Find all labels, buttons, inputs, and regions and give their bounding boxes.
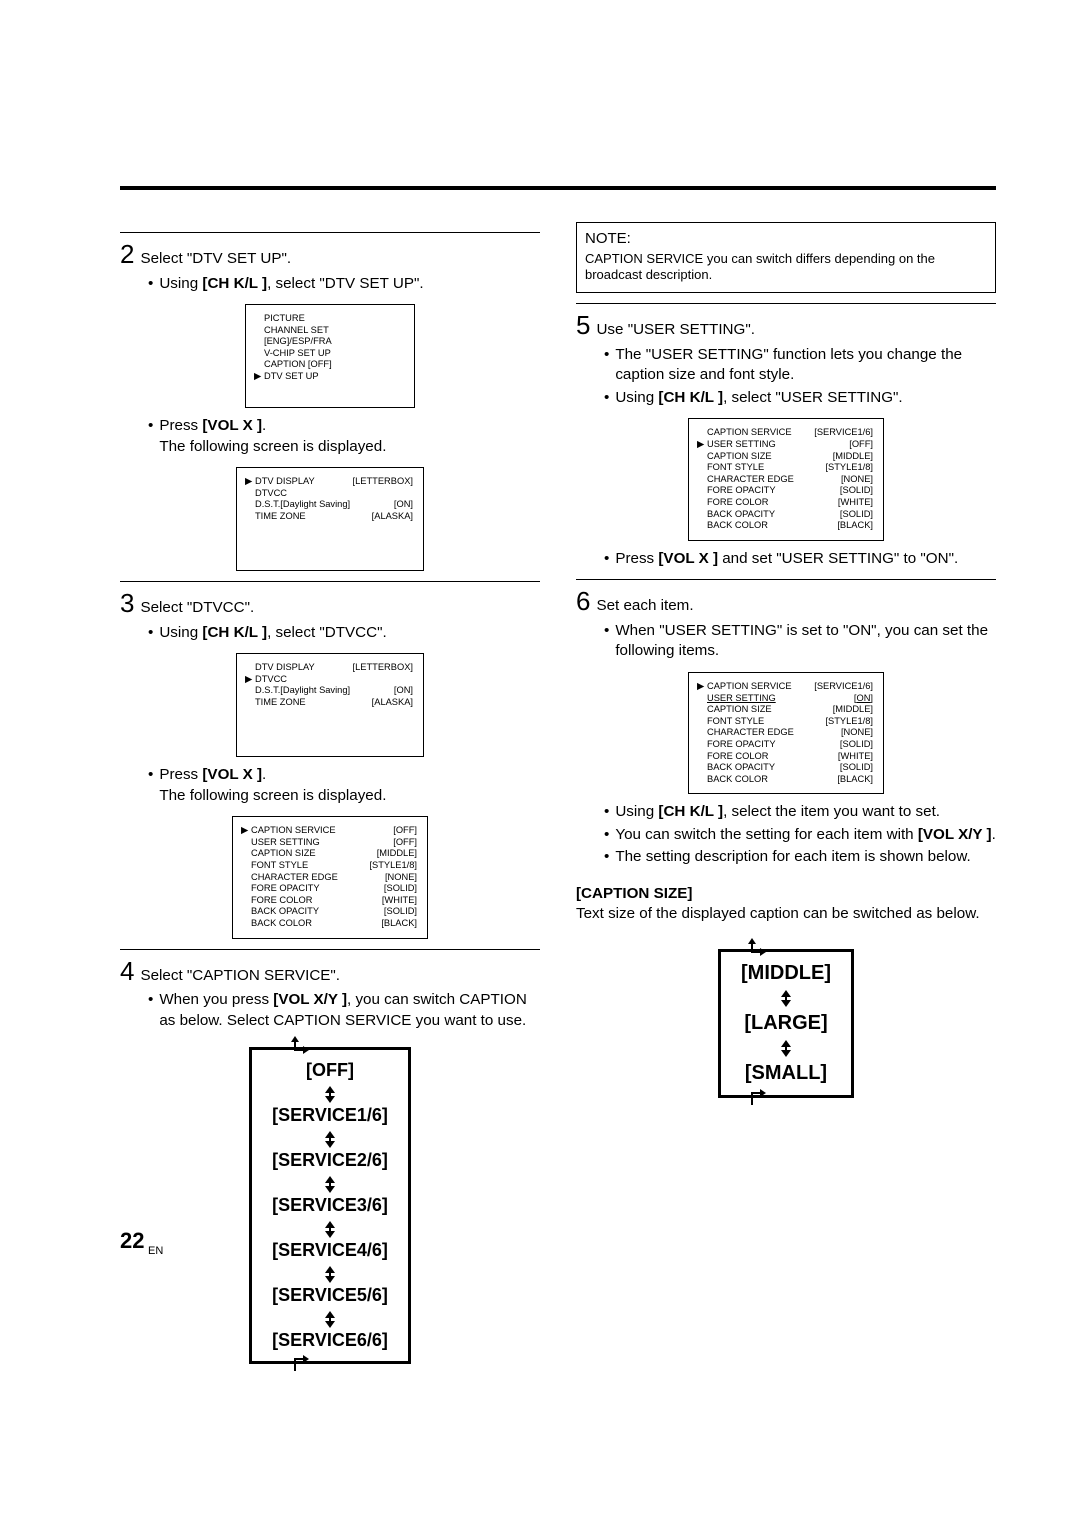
double-arrow-icon [325, 1264, 335, 1285]
pointer-icon: ▶ [697, 681, 707, 693]
page-top-rule [120, 186, 996, 190]
s2-b1-key: [CH K/L ] [202, 275, 267, 292]
page-language: EN [148, 1244, 163, 1259]
double-arrow-icon [325, 1309, 335, 1330]
step-2-osd-1: PICTURE CHANNEL SET [ENG]/ESP/FRA V-CHIP… [245, 304, 415, 408]
pointer-icon: ▶ [245, 476, 255, 488]
s2-b1-pre: Using [159, 275, 202, 292]
page-number: 22 [120, 1226, 144, 1256]
step-6-osd: ▶CAPTION SERVICE[SERVICE1/6] USER SETTIN… [688, 672, 884, 794]
note-box: NOTE: CAPTION SERVICE you can switch dif… [576, 222, 996, 293]
step-2-title: Select "DTV SET UP". [140, 249, 291, 270]
pointer-icon: ▶ [254, 371, 264, 383]
step-4-rule [120, 949, 540, 950]
double-arrow-icon [325, 1129, 335, 1150]
step-3-osd-2: ▶CAPTION SERVICE[OFF] USER SETTING[OFF] … [232, 816, 428, 938]
double-arrow-icon [325, 1174, 335, 1195]
s2-b1-post: , select "DTV SET UP". [267, 275, 424, 292]
pointer-icon: ▶ [241, 825, 251, 837]
double-arrow-icon [325, 1219, 335, 1240]
step-6-rule [576, 579, 996, 580]
step-2-header: 2 Select "DTV SET UP". [120, 239, 540, 270]
step-5-rule [576, 303, 996, 304]
double-arrow-icon [325, 1084, 335, 1105]
pointer-icon: ▶ [697, 439, 707, 451]
step-3-header: 3 Select "DTVCC". [120, 588, 540, 619]
cycle-bottom-out-arrow [291, 1349, 311, 1373]
left-column: 2 Select "DTV SET UP". • Using [CH K/L ]… [120, 222, 540, 1364]
step-2-press: • Press [VOL X ]. The following screen i… [148, 416, 540, 457]
step-3-osd-1: DTV DISPLAY [LETTERBOX] ▶DTVCC D.S.T.[Da… [236, 653, 424, 757]
cycle-top-in-arrow [291, 1036, 311, 1060]
cycle-bottom-out-arrow [748, 1083, 768, 1107]
double-arrow-icon [781, 988, 791, 1009]
step-2-rule [120, 232, 540, 233]
caption-size-heading: [CAPTION SIZE] [576, 884, 996, 905]
note-title: NOTE: [585, 229, 987, 249]
caption-size-body: Text size of the displayed caption can b… [576, 904, 996, 925]
step-2-bullets: • Using [CH K/L ], select "DTV SET UP". [148, 274, 540, 295]
step-2-number: 2 [120, 241, 134, 267]
step-2-osd-2: ▶DTV DISPLAY [LETTERBOX] DTVCC D.S.T.[Da… [236, 467, 424, 571]
caption-service-cycle: [OFF] [SERVICE1/6] [SERVICE2/6] [SERVICE… [249, 1047, 411, 1364]
step-4-header: 4 Select "CAPTION SERVICE". [120, 956, 540, 987]
note-body: CAPTION SERVICE you can switch differs d… [585, 251, 987, 285]
cycle-top-in-arrow [748, 938, 768, 962]
two-column-layout: 2 Select "DTV SET UP". • Using [CH K/L ]… [120, 222, 996, 1364]
right-column: NOTE: CAPTION SERVICE you can switch dif… [576, 222, 996, 1364]
double-arrow-icon [781, 1038, 791, 1059]
caption-size-cycle: [MIDDLE] [LARGE] [SMALL] [718, 949, 854, 1098]
pointer-icon: ▶ [245, 674, 255, 686]
step-5-osd: CAPTION SERVICE[SERVICE1/6] ▶USER SETTIN… [688, 418, 884, 540]
step-3-rule [120, 581, 540, 582]
